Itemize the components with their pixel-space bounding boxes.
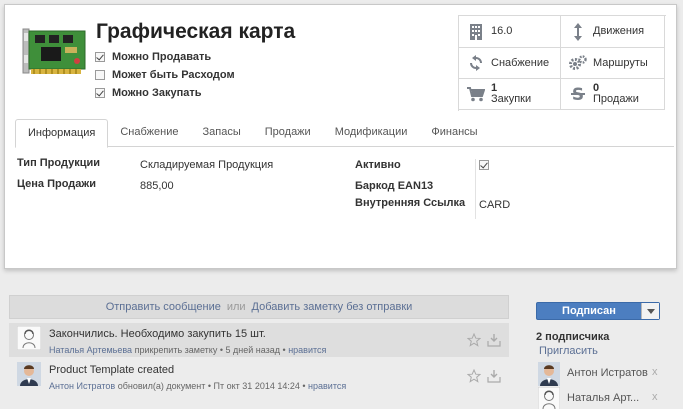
author-avatar[interactable] [16,325,42,351]
follower-item: Наталья Арт... x [537,386,664,409]
send-message-link[interactable]: Отправить сообщение [106,301,221,313]
sales-label: 0 Продажи [593,83,639,105]
dollar-icon: S [569,85,587,103]
log-note-link[interactable]: Добавить заметку без отправки [252,301,413,313]
product-image[interactable] [17,19,89,83]
message-author[interactable]: Антон Истратов [49,381,115,391]
message-meta: Наталья Артемьева прикрепить заметку • 5… [49,345,327,355]
field-divider [475,159,476,219]
can-be-purchased-checkbox[interactable] [95,88,105,98]
archive-icon[interactable] [487,369,501,386]
star-icon[interactable] [466,368,482,386]
follow-button[interactable]: Подписан [536,302,660,320]
follow-button-label[interactable]: Подписан [537,303,641,319]
can-be-sold-option[interactable]: Можно Продавать [95,48,235,66]
purchases-label: 1 Закупки [491,83,531,105]
procurement-button[interactable]: Снабжение [459,48,561,79]
sales-button[interactable]: S 0 Продажи [561,79,665,110]
follower-avatar[interactable] [538,362,560,386]
message-actions [466,332,501,350]
active-checkbox[interactable] [479,160,489,170]
can-be-sold-label: Можно Продавать [112,51,212,63]
author-avatar[interactable] [17,362,41,386]
sales-text: Продажи [593,93,639,105]
internal-ref-label: Внутренняя Ссылка [355,197,466,209]
shopping-cart-icon [467,85,485,103]
can-be-purchased-label: Можно Закупать [112,87,202,99]
follower-name[interactable]: Наталья Арт... [567,392,639,404]
followers-count: 2 подписчика [536,331,610,343]
tab-information[interactable]: Информация [15,119,109,148]
on-hand-label: 16.0 [491,25,513,37]
message-body: Product Template created Антон Истратов … [49,364,346,391]
gears-icon [569,54,587,72]
follower-avatar[interactable] [537,386,561,409]
tab-procurement[interactable]: Снабжение [108,119,190,147]
tab-sales[interactable]: Продажи [253,119,323,147]
chatter-composer: Отправить сообщение или Добавить заметку б… [9,295,509,319]
message-action: обновил(а) документ [117,381,206,391]
message-item: Закончились. Необходимо закупить 15 шт. … [9,323,509,357]
remove-follower-icon[interactable]: x [652,366,658,378]
sale-price-label: Цена Продажи [17,178,96,190]
moves-button[interactable]: Движения [561,16,665,48]
product-type-label: Тип Продукции [17,157,100,169]
message-meta: Антон Истратов обновил(а) документ • Пт … [49,381,347,391]
moves-label: Движения [593,25,645,37]
message-time: 5 дней назад [225,345,281,355]
product-title[interactable]: Графическая карта [96,20,295,44]
can-be-purchased-option[interactable]: Можно Закупать [95,84,235,102]
remove-follower-icon[interactable]: x [652,391,658,403]
active-label: Активно [355,159,401,171]
message-author[interactable]: Наталья Артемьева [49,345,132,355]
chevron-down-icon[interactable] [641,303,659,319]
can-be-sold-checkbox[interactable] [95,52,105,62]
message-text: Product Template created [49,364,175,376]
follower-name[interactable]: Антон Истратов [567,367,648,379]
on-hand-button[interactable]: 16.0 [459,16,561,48]
tab-inventory[interactable]: Запасы [191,119,253,147]
form-tabs: Информация Снабжение Запасы Продажи Моди… [15,119,674,148]
message-time: Пт окт 31 2014 14:24 [213,381,300,391]
star-icon[interactable] [466,332,482,350]
invite-link[interactable]: Пригласить [539,345,598,357]
follower-item: Антон Истратов x [538,362,664,386]
message-actions [466,368,501,386]
smart-buttons: 16.0 Движения Снабжение Маршруты 1 Закуп… [458,15,666,111]
routes-button[interactable]: Маршруты [561,48,665,79]
tab-variants[interactable]: Модификации [323,119,420,147]
tab-accounting[interactable]: Финансы [419,119,489,147]
message-action: прикрепить заметку [134,345,218,355]
message-item: Product Template created Антон Истратов … [9,359,509,393]
procurement-label: Снабжение [491,56,550,69]
barcode-label: Баркод EAN13 [355,180,434,192]
internal-ref-value[interactable]: CARD [479,199,510,211]
archive-icon[interactable] [487,333,501,350]
refresh-icon [467,54,485,72]
product-form-sheet: Графическая карта Можно Продавать Может … [4,4,677,269]
message-text: Закончились. Необходимо закупить 15 шт. [49,328,266,340]
product-options: Можно Продавать Может быть Расходом Можн… [95,48,235,102]
like-link[interactable]: нравится [288,345,326,355]
purchases-text: Закупки [491,93,532,105]
can-be-expensed-checkbox[interactable] [95,70,105,80]
can-be-expensed-option[interactable]: Может быть Расходом [95,66,235,84]
purchases-button[interactable]: 1 Закупки [459,79,561,110]
like-link[interactable]: нравится [308,381,346,391]
or-separator: или [226,301,246,313]
product-type-value[interactable]: Складируемая Продукция [140,159,273,171]
message-body: Закончились. Необходимо закупить 15 шт. … [49,328,326,355]
routes-label: Маршруты [593,56,648,69]
can-be-expensed-label: Может быть Расходом [112,69,235,81]
building-icon [467,23,485,41]
sale-price-value[interactable]: 885,00 [140,180,174,192]
arrows-vertical-icon [569,22,587,41]
